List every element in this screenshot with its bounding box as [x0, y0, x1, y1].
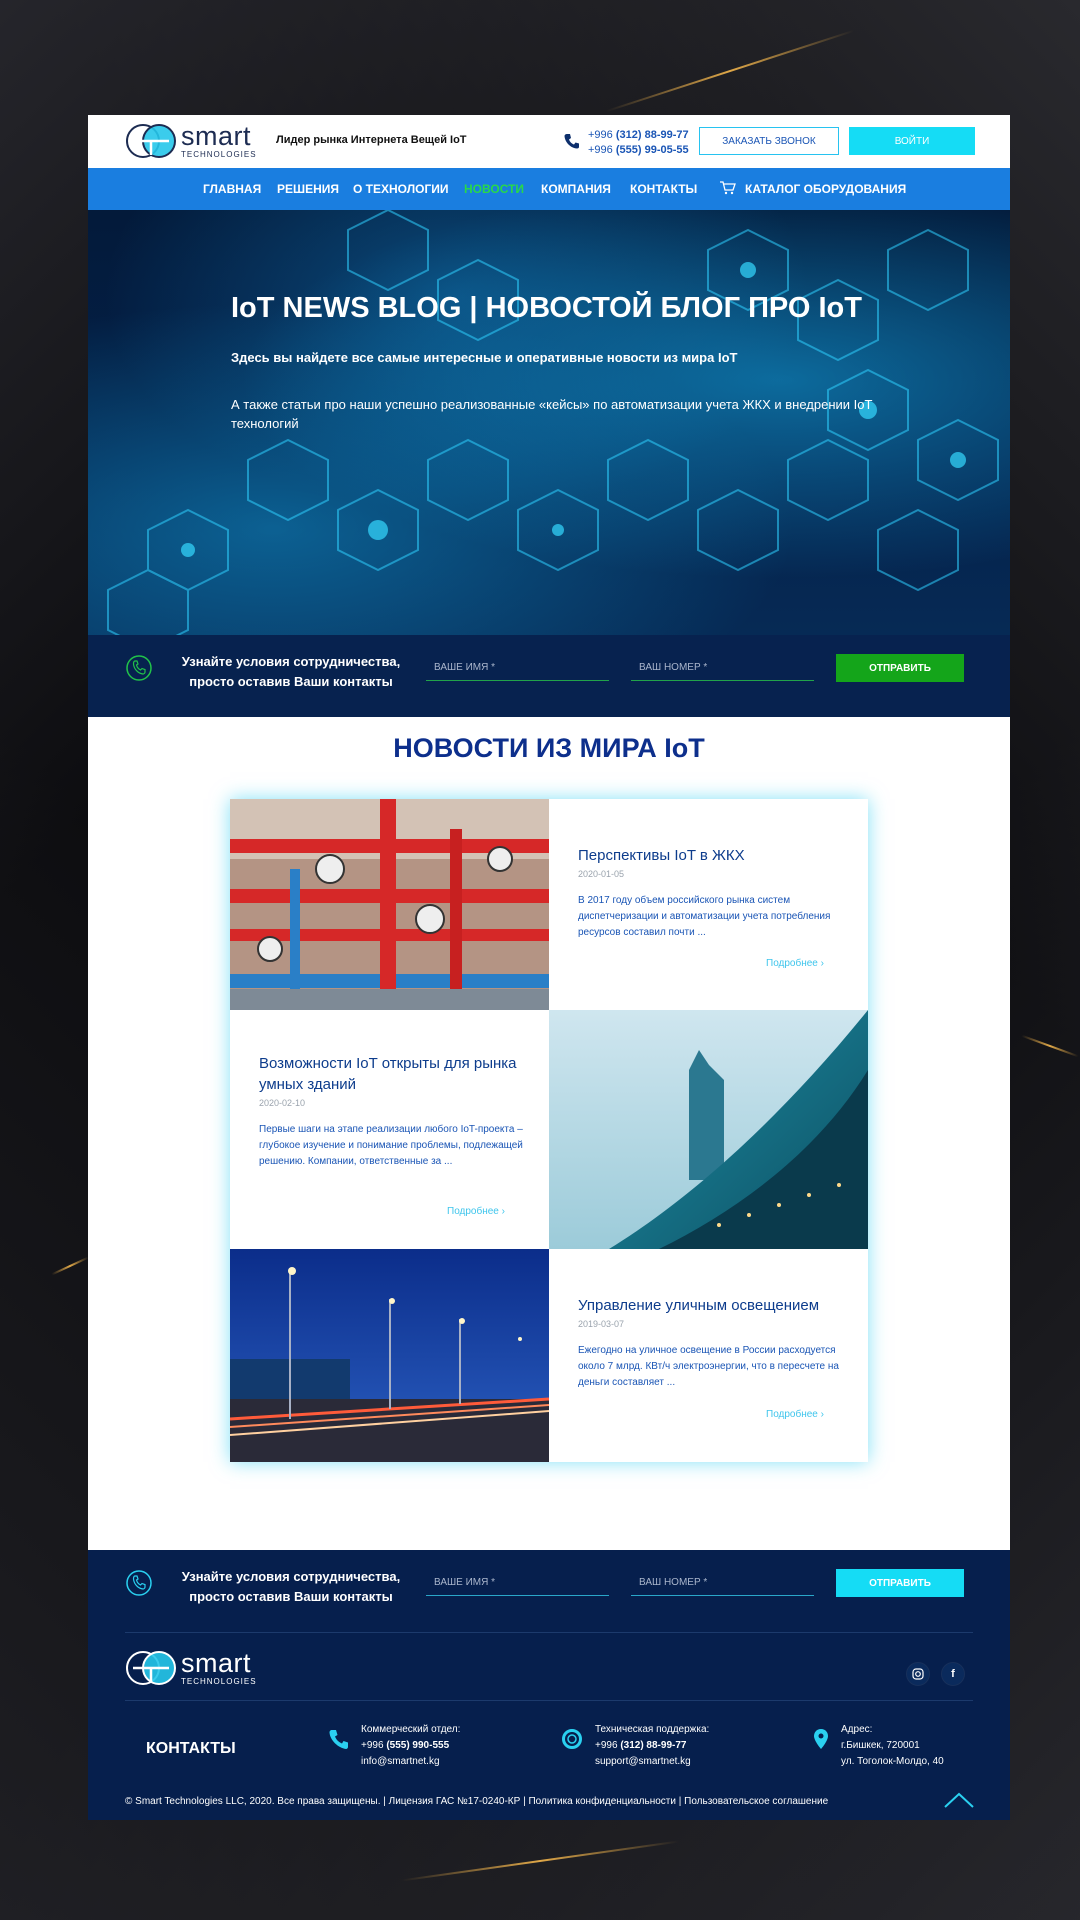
read-more-link-1[interactable]: Подробнее › — [766, 958, 824, 969]
nav-item-news[interactable]: НОВОСТИ — [464, 182, 524, 196]
news-date-3: 2019-03-07 — [578, 1319, 625, 1329]
hero-banner: IoT NEWS BLOG | НОВОСТОЙ БЛОГ ПРО IoT Зд… — [88, 210, 1010, 635]
logo-subtitle: TECHNOLOGIES — [181, 150, 257, 159]
send-button[interactable]: ОТПРАВИТЬ — [836, 1569, 964, 1597]
header-tagline: Лидер рынка Интернета Вещей IoT — [276, 134, 467, 146]
support-email[interactable]: support@smartnet.kg — [595, 1754, 709, 1770]
contact-form-bottom: Узнайте условия сотрудничества, просто о… — [88, 1550, 1010, 1632]
phone-line-2[interactable]: +996 (555) 99-05-55 — [588, 143, 689, 158]
facebook-icon[interactable]: f — [941, 1662, 965, 1686]
logo-mark-icon — [126, 124, 176, 158]
main-nav: ГЛАВНАЯ РЕШЕНИЯ О ТЕХНОЛОГИИ НОВОСТИ КОМ… — [88, 168, 1010, 210]
footer-divider — [125, 1632, 973, 1633]
site-logo[interactable]: smart TECHNOLOGIES — [125, 123, 257, 159]
chevron-right-icon: › — [820, 958, 824, 969]
footer-logo[interactable]: smart TECHNOLOGIES — [125, 1650, 257, 1686]
name-input[interactable]: ВАШЕ ИМЯ * — [426, 1570, 609, 1596]
contact-form-top: Узнайте условия сотрудничества, просто о… — [88, 635, 1010, 717]
news-excerpt-1: В 2017 году объем российского рынка сист… — [578, 895, 831, 938]
phone-circle-icon — [126, 1570, 152, 1596]
header-phones: +996 (312) 88-99-77 +996 (555) 99-05-55 — [588, 128, 689, 158]
phone-line-1[interactable]: +996 (312) 88-99-77 — [588, 128, 689, 143]
news-card-1: Перспективы IoT в ЖКХ 2020-01-05 В 2017 … — [549, 799, 868, 1010]
address-block: Адрес: г.Бишкек, 720001 ул. Тоголок-Молд… — [841, 1724, 944, 1767]
page-container: smart TECHNOLOGIES Лидер рынка Интернета… — [88, 115, 1010, 1820]
phone-input[interactable]: ВАШ НОМЕР * — [631, 655, 814, 681]
news-date-1: 2020-01-05 — [578, 869, 625, 879]
news-image-street[interactable] — [230, 1249, 549, 1462]
order-call-button[interactable]: ЗАКАЗАТЬ ЗВОНОК — [699, 127, 839, 155]
contact-form-text: Узнайте условия сотрудничества, просто о… — [181, 1569, 401, 1604]
nav-item-solutions[interactable]: РЕШЕНИЯ — [277, 182, 339, 196]
login-button[interactable]: ВОЙТИ — [849, 127, 975, 155]
site-footer: Узнайте условия сотрудничества, просто о… — [88, 1550, 1010, 1820]
hero-title: IoT NEWS BLOG | НОВОСТОЙ БЛОГ ПРО IoT — [231, 292, 862, 324]
nav-item-company[interactable]: КОМПАНИЯ — [541, 182, 611, 196]
footer-divider — [125, 1700, 973, 1701]
nav-item-contacts[interactable]: КОНТАКТЫ — [630, 182, 697, 196]
logo-word: smart — [181, 121, 251, 151]
news-section-title: НОВОСТИ ИЗ МИРА IoT — [393, 733, 705, 763]
phone-circle-icon — [126, 655, 152, 681]
nav-item-catalog[interactable]: КАТАЛОГ ОБОРУДОВАНИЯ — [745, 182, 906, 196]
read-more-link-2[interactable]: Подробнее › — [447, 1206, 505, 1217]
news-date-2: 2020-02-10 — [259, 1098, 306, 1108]
logo-mark-icon — [126, 1651, 176, 1685]
phone-icon — [564, 134, 579, 149]
logo-word: smart — [181, 1648, 251, 1678]
heating-pipes-photo — [230, 799, 549, 1010]
nav-item-home[interactable]: ГЛАВНАЯ — [203, 182, 261, 196]
commercial-phone[interactable]: +996 (555) 990-555 — [361, 1738, 460, 1754]
copyright-text: © Smart Technologies LLC, 2020. Все прав… — [125, 1796, 829, 1807]
phone-icon — [329, 1730, 348, 1749]
chevron-right-icon: › — [820, 1409, 824, 1420]
phone-input[interactable]: ВАШ НОМЕР * — [631, 1570, 814, 1596]
news-grid: Перспективы IoT в ЖКХ 2020-01-05 В 2017 … — [230, 799, 868, 1462]
hero-text: А также статьи про наши успешно реализов… — [231, 397, 873, 431]
news-card-2: Возможности IoT открыты для рынка умных … — [230, 1010, 549, 1249]
scroll-up-icon[interactable] — [944, 1792, 974, 1808]
news-title-2[interactable]: Возможности IoT открыты для рынка умных … — [259, 1053, 524, 1095]
news-title-1[interactable]: Перспективы IoT в ЖКХ — [578, 845, 843, 866]
footer-contacts-title: КОНТАКТЫ — [146, 1740, 236, 1757]
support-phone[interactable]: +996 (312) 88-99-77 — [595, 1738, 709, 1754]
commercial-contacts: Коммерческий отдел: +996 (555) 990-555 i… — [361, 1722, 460, 1770]
news-excerpt-2: Первые шаги на этапе реализации любого I… — [259, 1124, 523, 1167]
logo-subtitle: TECHNOLOGIES — [181, 1677, 257, 1686]
location-pin-icon — [814, 1729, 828, 1749]
news-image-building[interactable] — [549, 1010, 868, 1249]
site-header: smart TECHNOLOGIES Лидер рынка Интернета… — [88, 115, 1010, 168]
contact-form-text: Узнайте условия сотрудничества, просто о… — [181, 654, 401, 689]
lifebuoy-icon — [562, 1729, 582, 1749]
instagram-icon[interactable] — [906, 1662, 930, 1686]
news-image-heating[interactable] — [230, 799, 549, 1010]
nav-item-technology[interactable]: О ТЕХНОЛОГИИ — [353, 182, 449, 196]
chevron-right-icon: › — [501, 1206, 505, 1217]
news-title-3[interactable]: Управление уличным освещением — [578, 1295, 848, 1316]
hero-subtitle: Здесь вы найдете все самые интересные и … — [231, 350, 738, 365]
commercial-email[interactable]: info@smartnet.kg — [361, 1754, 460, 1770]
news-card-3: Управление уличным освещением 2019-03-07… — [549, 1249, 868, 1462]
night-street-lights-photo — [230, 1249, 549, 1462]
support-contacts: Техническая поддержка: +996 (312) 88-99-… — [595, 1722, 709, 1770]
read-more-link-3[interactable]: Подробнее › — [766, 1409, 824, 1420]
news-excerpt-3: Ежегодно на уличное освещение в России р… — [578, 1345, 839, 1388]
name-input[interactable]: ВАШЕ ИМЯ * — [426, 655, 609, 681]
glass-skyscraper-photo — [549, 1010, 868, 1249]
cart-icon — [720, 181, 736, 195]
send-button[interactable]: ОТПРАВИТЬ — [836, 654, 964, 682]
